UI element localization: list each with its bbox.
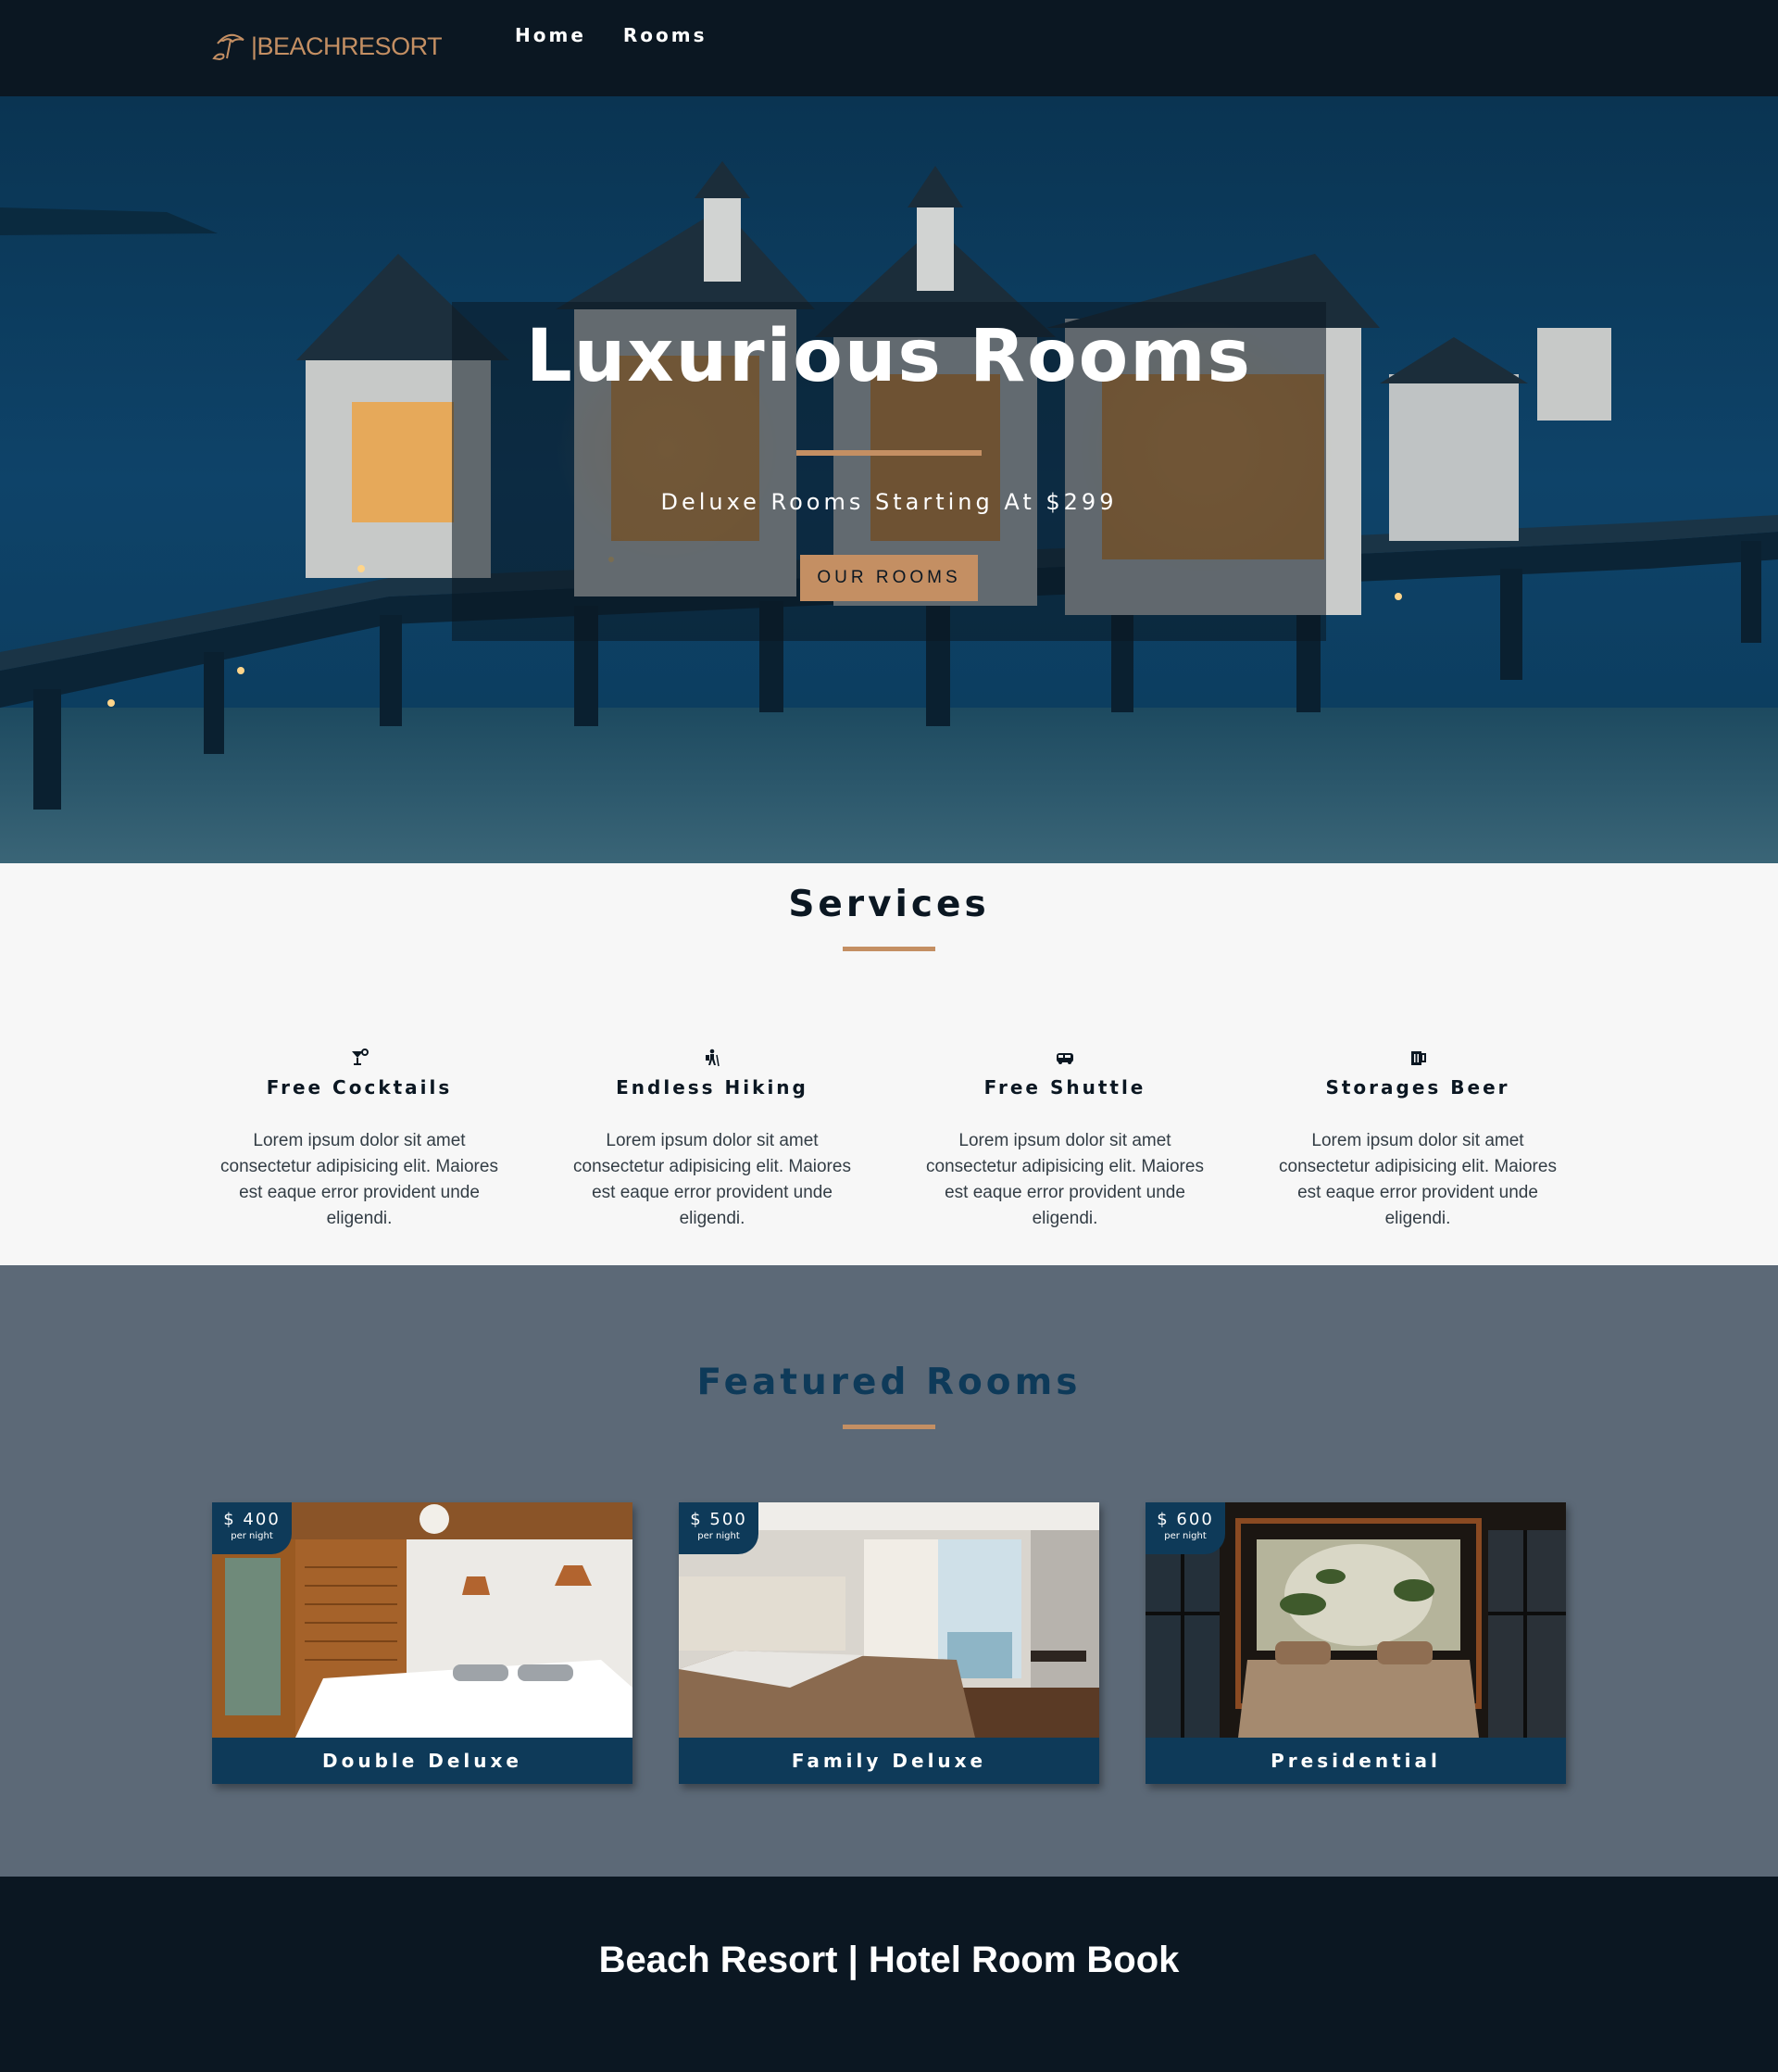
price-unit: per night <box>697 1531 740 1541</box>
room-name: Family Deluxe <box>791 1750 987 1772</box>
footer: Beach Resort | Hotel Room Book <box>0 1877 1778 2072</box>
logo[interactable]: |BEACHRESORT <box>212 28 443 65</box>
logo-text-beach: BEACH <box>257 31 342 60</box>
room-name: Presidential <box>1271 1750 1441 1772</box>
hiking-icon <box>706 1049 720 1067</box>
services-title-underline <box>843 947 935 951</box>
nav-link-rooms[interactable]: Rooms <box>623 24 707 46</box>
featured-rooms-section: Featured Rooms $ 400 per night Double De… <box>0 1265 1778 1877</box>
room-card-double-deluxe[interactable]: $ 400 per night Double Deluxe <box>212 1502 632 1784</box>
service-title: Storages Beer <box>1325 1076 1510 1099</box>
service-title: Free Shuttle <box>983 1076 1146 1099</box>
price-value: $ 400 <box>223 1510 281 1529</box>
price-value: $ 600 <box>1157 1510 1214 1529</box>
service-text: Lorem ipsum dolor sit amet consectetur a… <box>926 1131 1204 1228</box>
price-unit: per night <box>1164 1531 1207 1541</box>
room-image[interactable]: $ 400 per night <box>212 1502 632 1738</box>
services-title: Services <box>788 884 990 925</box>
price-badge: $ 400 per night <box>212 1502 292 1554</box>
umbrella-icon <box>212 33 244 61</box>
service-text: Lorem ipsum dolor sit amet consectetur a… <box>1279 1131 1557 1228</box>
hero: Luxurious Rooms Deluxe Rooms Starting At… <box>0 96 1778 863</box>
nav-links: Home Rooms <box>515 24 707 46</box>
price-unit: per night <box>231 1531 273 1541</box>
room-card-family-deluxe[interactable]: $ 500 per night Family Deluxe <box>679 1502 1099 1784</box>
beer-icon <box>1411 1051 1426 1065</box>
footer-text: Beach Resort | Hotel Room Book <box>598 1940 1180 1980</box>
service-card: Endless Hiking Lorem ipsum dolor sit ame… <box>564 1049 860 1232</box>
service-title: Endless Hiking <box>616 1076 808 1099</box>
service-card: Free Shuttle Lorem ipsum dolor sit amet … <box>917 1049 1213 1232</box>
our-rooms-button[interactable]: OUR ROOMS <box>800 555 978 601</box>
price-value: $ 500 <box>690 1510 747 1529</box>
service-title: Free Cocktails <box>266 1076 453 1099</box>
service-text: Lorem ipsum dolor sit amet consectetur a… <box>573 1131 851 1228</box>
service-card: Storages Beer Lorem ipsum dolor sit amet… <box>1270 1049 1566 1232</box>
room-image[interactable]: $ 600 per night <box>1146 1502 1566 1738</box>
room-card-presidential[interactable]: $ 600 per night Presidential <box>1146 1502 1566 1784</box>
hero-subtitle: Deluxe Rooms Starting At $299 <box>660 489 1118 515</box>
featured-title-underline <box>843 1425 935 1429</box>
room-image[interactable]: $ 500 per night <box>679 1502 1099 1738</box>
service-text: Lorem ipsum dolor sit amet consectetur a… <box>220 1131 498 1228</box>
price-badge: $ 500 per night <box>679 1502 758 1554</box>
featured-rooms-title: Featured Rooms <box>696 1362 1082 1403</box>
navbar: |BEACHRESORT Home Rooms <box>0 0 1778 96</box>
nav-link-home[interactable]: Home <box>515 24 586 46</box>
room-name: Double Deluxe <box>321 1750 522 1772</box>
hero-title-underline <box>796 450 982 456</box>
cocktail-icon <box>352 1049 369 1065</box>
price-badge: $ 600 per night <box>1146 1502 1225 1554</box>
services-section: Services Free Cocktails Lorem ipsum dolo… <box>0 863 1778 1265</box>
service-card: Free Cocktails Lorem ipsum dolor sit ame… <box>211 1049 507 1232</box>
hero-title: Luxurious Rooms <box>526 315 1252 398</box>
logo-text-resort: RESORT <box>341 31 443 60</box>
shuttle-icon <box>1057 1053 1073 1064</box>
